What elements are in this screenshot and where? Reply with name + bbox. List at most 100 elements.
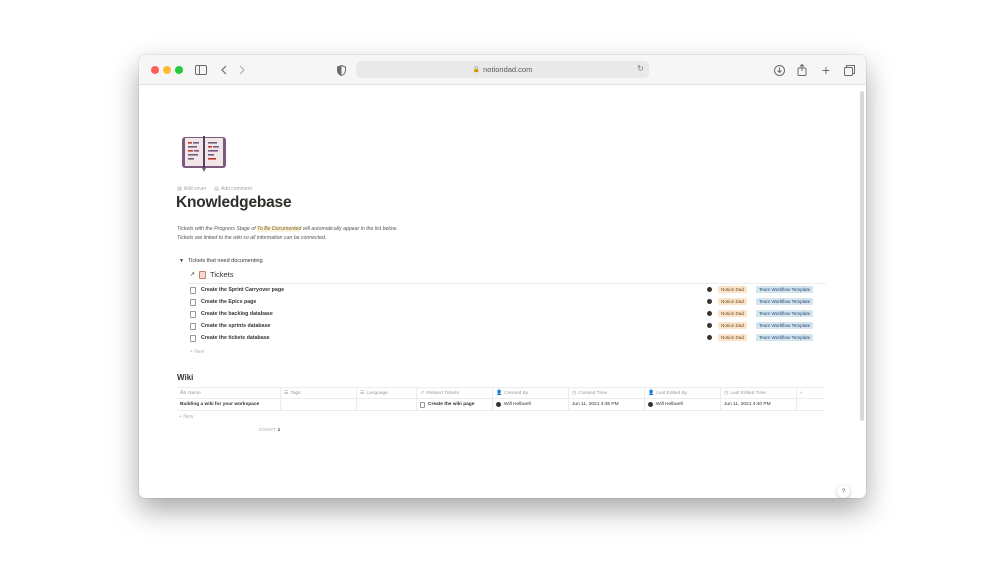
column-header-created-time[interactable]: ◷ Created Time — [569, 388, 645, 398]
column-header-tags[interactable]: ☰ Tags — [281, 388, 357, 398]
clock-icon: ◷ — [572, 390, 577, 396]
cell-related-tickets[interactable]: Create the wiki page — [417, 399, 493, 410]
person-icon: 👤 — [496, 390, 503, 396]
back-icon[interactable] — [219, 62, 229, 78]
new-tab-icon[interactable]: + — [820, 62, 832, 78]
list-item[interactable]: Create the sprints database Notion Dad T… — [188, 320, 826, 332]
ticket-list: Create the Sprint Carryover page Notion … — [188, 283, 826, 344]
person-icon: 👤 — [648, 390, 655, 396]
page-icon — [190, 298, 196, 306]
tag-badge: Notion Dad — [718, 310, 747, 317]
scrollbar[interactable] — [860, 91, 864, 421]
page-title[interactable]: Knowledgebase — [176, 194, 292, 212]
tab-overview-icon[interactable] — [843, 62, 855, 78]
address-bar[interactable]: 🔒 notiondad.com ↻ — [356, 61, 649, 78]
page-icon — [420, 401, 425, 408]
book-icon[interactable] — [181, 133, 227, 173]
avatar — [496, 402, 501, 407]
add-cover-button[interactable]: ▨ Add cover — [177, 186, 206, 192]
avatar — [707, 299, 712, 304]
cell-language[interactable] — [357, 399, 417, 410]
text-property-icon: Aa — [180, 390, 187, 396]
list-item[interactable]: Create the backlog database Notion Dad T… — [188, 308, 826, 320]
list-item[interactable]: Create the Epics page Notion Dad Team Wo… — [188, 296, 826, 308]
column-header-created-by[interactable]: 👤 Created By — [493, 388, 569, 398]
avatar — [707, 335, 712, 340]
lock-icon: 🔒 — [472, 67, 481, 73]
tag-badge: Notion Dad — [718, 286, 747, 293]
relation-arrow-icon: ↗ — [420, 390, 425, 396]
cell-empty — [797, 399, 824, 410]
table-row[interactable]: Building a wiki for your workspace Creat… — [177, 399, 824, 411]
new-row-button[interactable]: + New — [179, 414, 193, 420]
forward-icon[interactable] — [237, 62, 247, 78]
column-header-last-edited-by[interactable]: 👤 Last Edited By — [645, 388, 721, 398]
avatar — [707, 311, 712, 316]
wiki-database-title[interactable]: Wiki — [177, 373, 193, 382]
table-header: Aa Name ☰ Tags ☰ Language ↗ Related Tickets … — [177, 387, 824, 399]
highlighted-status: To Be Documented — [257, 226, 302, 232]
linked-arrow-icon: ↗ — [190, 272, 196, 278]
toggle-triangle-icon[interactable]: ▼ — [179, 258, 184, 264]
cell-name[interactable]: Building a wiki for your workspace — [177, 399, 281, 410]
clock-icon: ◷ — [724, 390, 729, 396]
tag-badge: Team Workflow Template — [756, 310, 814, 317]
tag-badge: Notion Dad — [718, 298, 747, 305]
toggle-block[interactable]: ▼ Tickets that need documenting — [179, 258, 263, 264]
page-content: ▨ Add cover ▤ Add comment Knowledgebase Ti… — [139, 85, 859, 498]
minimize-window-button[interactable] — [163, 66, 171, 74]
description-line-2: Tickets are linked to the wiki so all in… — [177, 235, 327, 241]
list-property-icon: ☰ — [284, 390, 289, 396]
tag-badge: Team Workflow Template — [756, 298, 814, 305]
avatar — [648, 402, 653, 407]
new-ticket-button[interactable]: + New — [190, 349, 204, 355]
privacy-shield-icon[interactable] — [335, 62, 347, 78]
list-item[interactable]: Create the tickets database Notion Dad T… — [188, 332, 826, 344]
wiki-table: Aa Name ☰ Tags ☰ Language ↗ Related Tickets … — [177, 387, 824, 411]
column-header-language[interactable]: ☰ Language — [357, 388, 417, 398]
list-property-icon: ☰ — [360, 390, 365, 396]
sidebar-toggle-icon[interactable] — [194, 62, 208, 78]
cell-last-edited-time[interactable]: Jun 11, 2021 4:40 PM — [721, 399, 797, 410]
url-text: notiondad.com — [483, 65, 533, 74]
database-icon — [199, 270, 207, 279]
page-icon — [190, 334, 196, 342]
download-icon[interactable] — [773, 62, 785, 78]
toggle-label: Tickets that need documenting — [187, 258, 263, 264]
help-button[interactable]: ? — [837, 485, 850, 498]
reload-icon[interactable]: ↻ — [637, 64, 644, 73]
image-icon: ▨ — [177, 186, 182, 192]
linked-database-title[interactable]: ↗ Tickets — [190, 270, 234, 279]
column-header-last-edited-time[interactable]: ◷ Last Edited Time — [721, 388, 797, 398]
add-column-button[interactable]: + — [797, 388, 824, 398]
zoom-window-button[interactable] — [175, 66, 183, 74]
column-header-related-tickets[interactable]: ↗ Related Tickets — [417, 388, 493, 398]
browser-window: 🔒 notiondad.com ↻ + ▨ Add cover ▤ Add co… — [139, 55, 866, 498]
list-item[interactable]: Create the Sprint Carryover page Notion … — [188, 284, 826, 296]
browser-toolbar: 🔒 notiondad.com ↻ + — [139, 55, 866, 85]
page-icon — [190, 310, 196, 318]
cell-created-by[interactable]: Will Helliwell — [493, 399, 569, 410]
description-line-1: Tickets with the Progress Stage of To Be… — [177, 226, 398, 232]
tag-badge: Notion Dad — [718, 334, 747, 341]
tag-badge: Team Workflow Template — [756, 322, 814, 329]
page-description: Tickets with the Progress Stage of To Be… — [177, 225, 397, 243]
close-window-button[interactable] — [151, 66, 159, 74]
add-comment-button[interactable]: ▤ Add comment — [214, 186, 252, 192]
avatar — [707, 323, 712, 328]
desktop-background: 🔒 notiondad.com ↻ + ▨ Add cover ▤ Add co… — [0, 0, 1005, 565]
column-header-name[interactable]: Aa Name — [177, 388, 281, 398]
share-icon[interactable] — [796, 62, 808, 78]
cell-created-time[interactable]: Jun 11, 2021 4:35 PM — [569, 399, 645, 410]
tag-badge: Team Workflow Template — [756, 286, 814, 293]
page-actions: ▨ Add cover ▤ Add comment — [177, 186, 252, 192]
tag-badge: Team Workflow Template — [756, 334, 814, 341]
comment-icon: ▤ — [214, 186, 219, 192]
page-icon — [190, 286, 196, 294]
avatar — [707, 287, 712, 292]
count-summary[interactable]: COUNT 1 — [259, 427, 280, 432]
page-icon — [190, 322, 196, 330]
cell-last-edited-by[interactable]: Will Helliwell — [645, 399, 721, 410]
cell-tags[interactable] — [281, 399, 357, 410]
tag-badge: Notion Dad — [718, 322, 747, 329]
